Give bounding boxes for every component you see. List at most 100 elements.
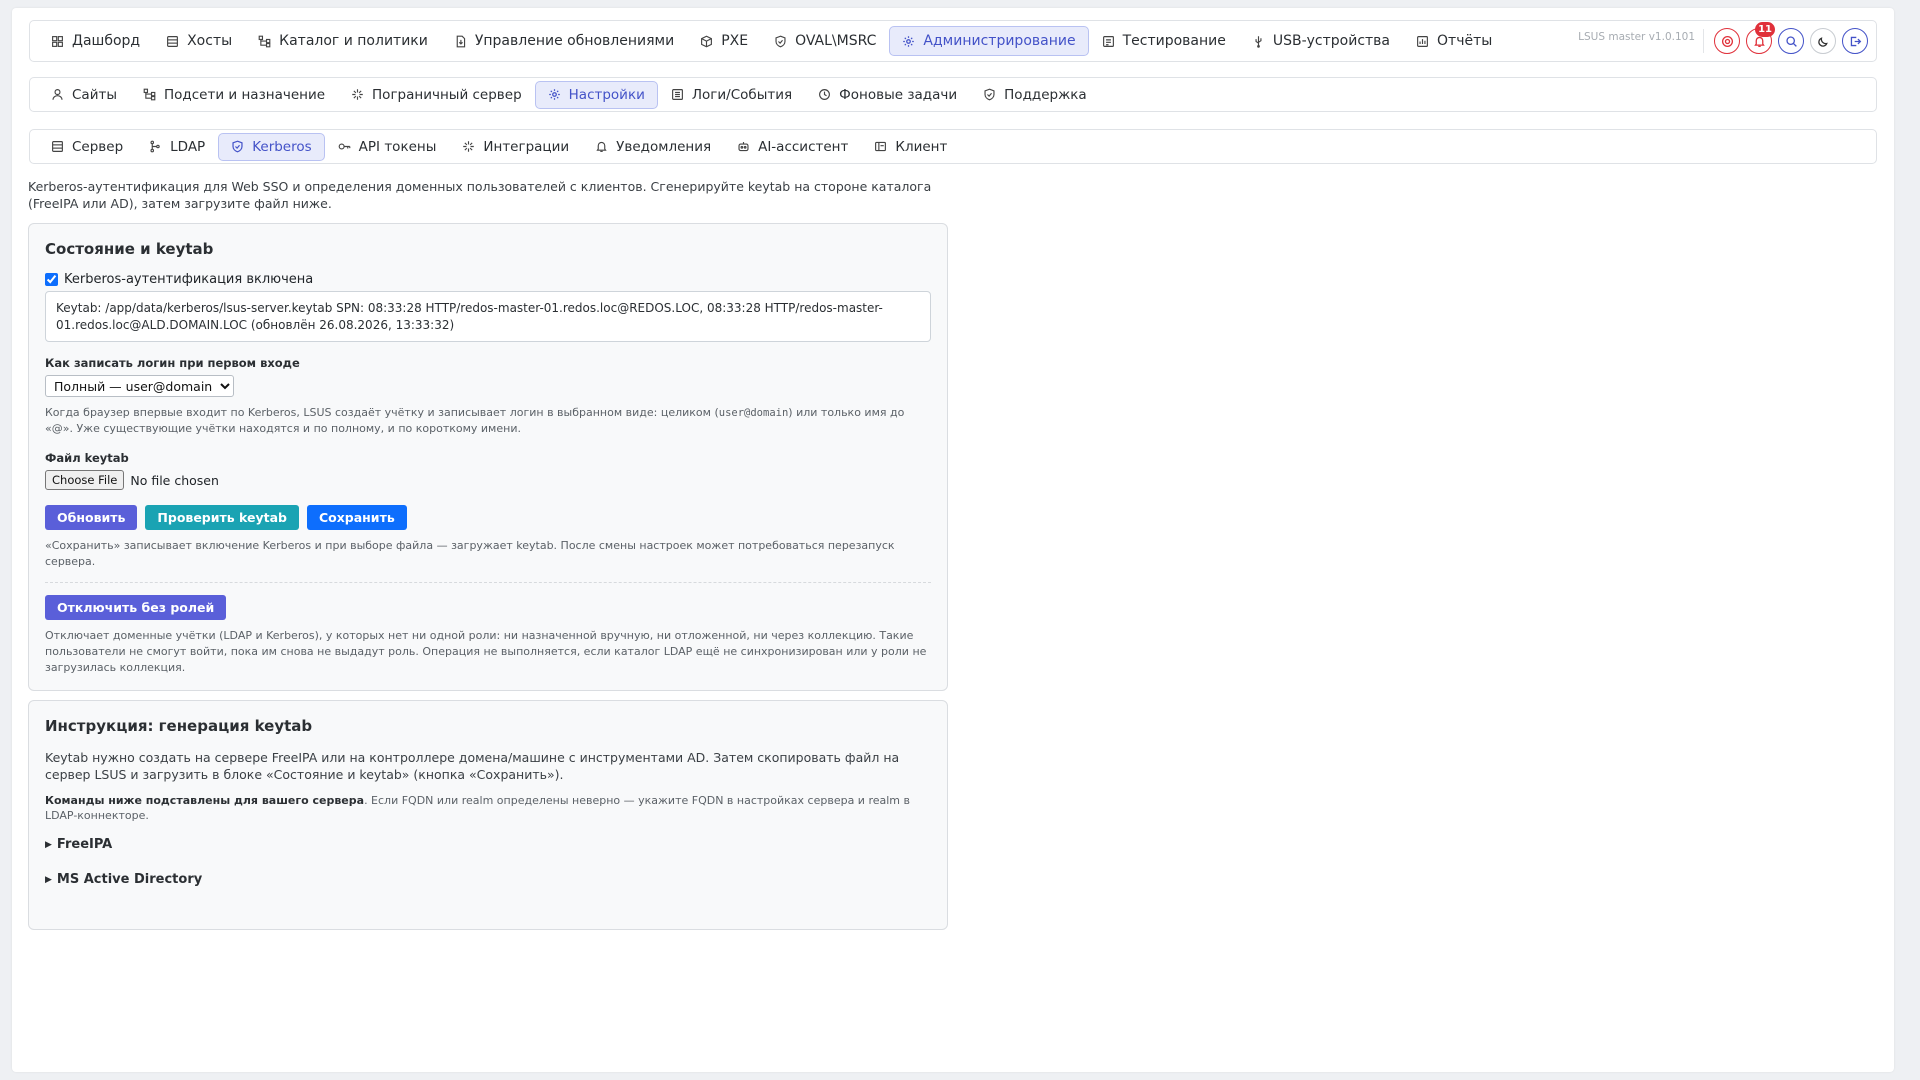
nav-label: PXE [721, 33, 749, 49]
settings-tab-label: LDAP [170, 138, 206, 155]
settings-tab-label: Сервер [72, 138, 124, 155]
usb-icon [1255, 35, 1262, 48]
notifications-button[interactable]: 11 [1746, 22, 1775, 54]
admin-nav: Сайты Подсети и назначение Пограничный с… [29, 77, 1877, 112]
guide-note-bold: Команды ниже подставлены для вашего серв… [45, 794, 365, 807]
app-window: Дашборд Хосты Каталог и политики Управле… [12, 8, 1894, 1072]
card-title: Состояние и keytab [45, 240, 214, 258]
admin-tab-sites[interactable]: Сайты [38, 81, 130, 109]
kerberos-enabled-row[interactable]: Kerberos-аутентификация включена [45, 272, 931, 287]
admin-tab-logs[interactable]: Логи/События [658, 81, 805, 109]
admin-tab-settings[interactable]: Настройки [534, 80, 658, 109]
gear-icon [548, 89, 560, 100]
support-button[interactable] [1714, 28, 1740, 54]
admin-tab-label: Подсети и назначение [164, 86, 326, 103]
triangle-right-icon: ▶ [45, 839, 52, 850]
shield-icon [984, 88, 995, 101]
settings-tab-label: Клиент [895, 138, 948, 155]
settings-tab-server[interactable]: Сервер [38, 133, 136, 161]
nav-label: Каталог и политики [279, 33, 428, 49]
nav-label: Администрирование [923, 33, 1076, 49]
nav-catalog[interactable]: Каталог и политики [245, 26, 441, 56]
settings-tab-kerberos[interactable]: Kerberos [218, 132, 325, 161]
server-icon [167, 35, 179, 47]
nav-label: Управление обновлениями [474, 33, 675, 49]
logout-icon [1850, 36, 1861, 46]
admin-tab-label: Фоновые задачи [839, 86, 958, 103]
keytab-file-label: Файл keytab [45, 451, 129, 465]
key-icon [338, 143, 351, 150]
moon-icon [1817, 36, 1828, 47]
log-icon [671, 89, 683, 100]
nav-admin[interactable]: Администрирование [889, 26, 1089, 56]
divider [45, 582, 931, 583]
settings-tab-client[interactable]: Клиент [861, 133, 960, 161]
report-icon [1417, 35, 1428, 47]
disable-hint: Отключает доменные учётки (LDAP и Kerber… [45, 629, 927, 674]
app-version: LSUS master v1.0.101 [1578, 31, 1695, 43]
kerberos-enabled-label: Kerberos-аутентификация включена [64, 272, 314, 287]
admin-tab-support[interactable]: Поддержка [970, 81, 1100, 109]
settings-nav: Сервер LDAP Kerberos API токены Интеграц… [29, 129, 1877, 164]
refresh-button[interactable]: Обновить [45, 505, 138, 530]
admin-tab-subnets[interactable]: Подсети и назначение [130, 81, 338, 109]
login-format-label: Как записать логин при первом входе [45, 356, 300, 370]
section-label: FreeIPA [56, 837, 113, 852]
user-icon [52, 89, 63, 100]
settings-tab-label: API токены [358, 138, 437, 155]
settings-tab-ldap[interactable]: LDAP [136, 133, 218, 161]
settings-tab-ai[interactable]: AI-ассистент [724, 133, 861, 161]
grid-icon [52, 35, 63, 47]
nav-testing[interactable]: Тестирование [1089, 26, 1239, 56]
clock-icon [819, 89, 831, 100]
settings-tab-notifications[interactable]: Уведомления [582, 133, 724, 161]
check-keytab-button[interactable]: Проверить keytab [145, 505, 299, 530]
choose-file-button[interactable]: Choose File [45, 470, 125, 490]
save-hint: «Сохранить» записывает включение Kerbero… [45, 539, 895, 568]
freeipa-section-toggle[interactable]: ▶ FreeIPA [45, 837, 931, 852]
admin-tab-jobs[interactable]: Фоновые задачи [805, 81, 970, 109]
tree-icon [143, 88, 156, 101]
nav-reports[interactable]: Отчёты [1403, 26, 1505, 56]
search-button[interactable] [1778, 28, 1804, 54]
theme-toggle-button[interactable] [1810, 28, 1836, 54]
keytab-info: Keytab: /app/data/kerberos/lsus-server.k… [45, 291, 931, 342]
nav-pxe[interactable]: PXE [687, 26, 761, 56]
login-format-select[interactable]: Полный — user@domain [45, 375, 234, 397]
nav-usb[interactable]: USB-устройства [1239, 26, 1403, 56]
status-keytab-card: Состояние и keytab Kerberos-аутентификац… [28, 223, 948, 691]
keytab-guide-card: Инструкция: генерация keytab Keytab нужн… [28, 700, 948, 930]
admin-gear-icon [903, 35, 915, 47]
shield-check-icon [775, 35, 786, 47]
nav-hosts[interactable]: Хосты [153, 26, 245, 56]
tree-icon [258, 35, 271, 47]
ldap-icon [150, 140, 160, 153]
nav-label: Дашборд [72, 33, 141, 49]
admin-tab-label: Логи/События [691, 86, 793, 103]
disable-without-roles-button[interactable]: Отключить без ролей [45, 595, 227, 620]
settings-tab-label: AI-ассистент [758, 138, 849, 155]
nav-label: Хосты [187, 33, 233, 49]
nav-label: Тестирование [1122, 33, 1226, 49]
nav-label: USB-устройства [1272, 33, 1391, 49]
kerberos-enabled-checkbox[interactable] [45, 273, 58, 286]
top-actions: 11 [1703, 22, 1868, 54]
settings-tab-integrations[interactable]: Интеграции [449, 133, 582, 161]
logout-button[interactable] [1842, 28, 1868, 54]
main-nav: Дашборд Хосты Каталог и политики Управле… [29, 20, 1877, 62]
admin-tab-edge[interactable]: Пограничный сервер [338, 81, 535, 109]
nav-dashboard[interactable]: Дашборд [38, 26, 153, 56]
settings-tab-api-tokens[interactable]: API токены [325, 133, 450, 161]
file-status: No file chosen [130, 472, 219, 488]
ad-section-toggle[interactable]: ▶ MS Active Directory [45, 872, 931, 887]
save-button[interactable]: Сохранить [306, 505, 407, 530]
nav-oval[interactable]: OVAL\MSRC [761, 26, 889, 56]
keytab-file-input: Choose File No file chosen [45, 470, 931, 490]
spark-icon [352, 89, 363, 100]
login-format-hint: Когда браузер впервые входит по Kerberos… [45, 405, 931, 437]
admin-tab-label: Сайты [72, 86, 117, 103]
action-buttons: Обновить Проверить keytab Сохранить [45, 505, 931, 530]
nav-updates[interactable]: Управление обновлениями [441, 26, 687, 56]
settings-tab-label: Интеграции [483, 138, 570, 155]
spark-icon [463, 141, 475, 152]
